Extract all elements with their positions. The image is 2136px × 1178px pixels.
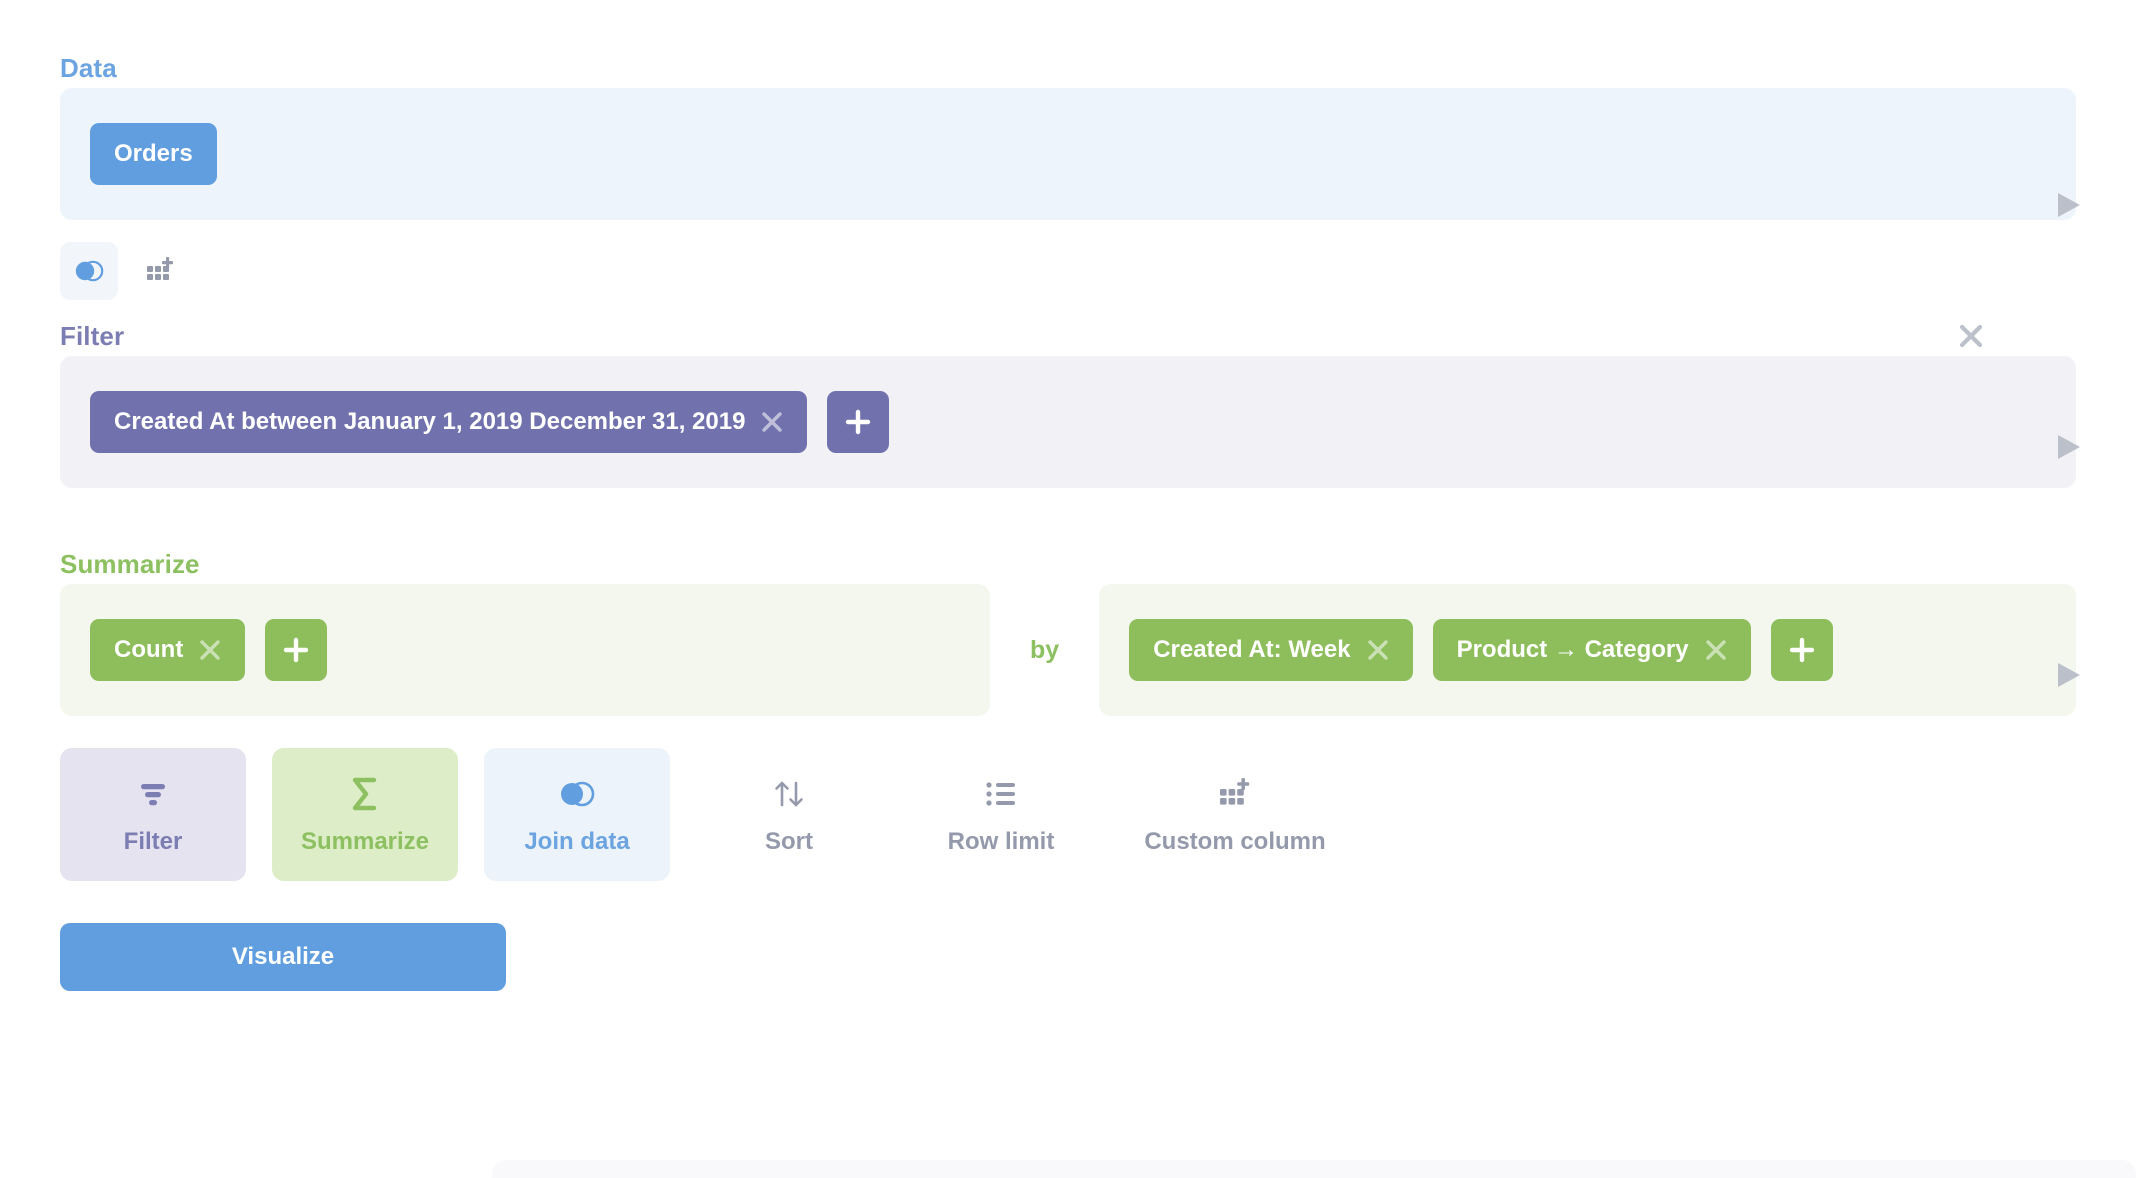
close-icon (1705, 640, 1726, 660)
action-summarize[interactable]: Summarize (272, 748, 458, 881)
summarize-step-header: Summarize (0, 544, 2136, 584)
summarize-step-body: Count by Created At: Week Product → Cate… (0, 584, 2136, 716)
filter-pill-row: Created At between January 1, 2019 Decem… (90, 391, 890, 453)
metabase-notebook-editor: Data Orders Filter Created At between Ja… (0, 0, 2136, 1178)
data-step-header: Data (0, 48, 2136, 88)
breakout-pill[interactable]: Created At: Week (1129, 619, 1413, 681)
venn-icon (558, 774, 596, 814)
breakout-panel: Created At: Week Product → Category (1099, 584, 2076, 716)
sort-icon (772, 774, 806, 814)
play-triangle-icon (2058, 663, 2080, 687)
summarize-preview-button[interactable] (2050, 656, 2088, 694)
list-icon (984, 774, 1018, 814)
aggregation-pill[interactable]: Count (90, 619, 246, 681)
funnel-icon (136, 774, 170, 814)
summarize-by-label: by (1030, 635, 1060, 664)
data-table-pill[interactable]: Orders (90, 123, 217, 185)
action-custom-column[interactable]: Custom column (1120, 748, 1350, 881)
action-sort-label: Sort (765, 827, 813, 855)
action-row-limit-label: Row limit (947, 827, 1055, 855)
breakout-pill-label: Product → Category (1456, 636, 1689, 663)
data-preview-button[interactable] (2050, 186, 2088, 224)
action-join-data[interactable]: Join data (484, 748, 670, 881)
filter-step-title: Filter (60, 320, 125, 351)
filter-pill[interactable]: Created At between January 1, 2019 Decem… (90, 391, 808, 453)
data-step-body: Orders (0, 88, 2136, 220)
notebook-steps: Data Orders Filter Created At between Ja… (0, 0, 2136, 991)
aggregation-pill-remove-icon[interactable] (199, 639, 221, 661)
notebook-step-data: Data Orders (0, 48, 2136, 306)
filter-step-remove-button[interactable] (1954, 319, 1988, 353)
sigma-icon (348, 774, 382, 814)
add-breakout-button[interactable] (1770, 619, 1833, 681)
mini-custom-column-button[interactable] (132, 242, 190, 300)
action-filter-label: Filter (123, 827, 183, 855)
filter-pill-remove-icon[interactable] (761, 411, 783, 433)
aggregation-pill-row: Count (90, 619, 328, 681)
venn-icon (75, 260, 104, 282)
results-panel-edge (492, 1160, 2136, 1178)
breakout-pill[interactable]: Product → Category (1432, 619, 1751, 681)
visualize-button[interactable]: Visualize (60, 923, 506, 991)
breakout-pill-remove-icon[interactable] (1705, 639, 1727, 661)
close-icon (762, 412, 783, 432)
play-triangle-icon (2058, 193, 2080, 217)
action-sort[interactable]: Sort (696, 748, 882, 881)
data-source-panel[interactable]: Orders (60, 88, 2076, 220)
plus-icon (284, 637, 309, 663)
filter-pill-label: Created At between January 1, 2019 Decem… (114, 408, 746, 435)
action-filter[interactable]: Filter (60, 748, 246, 881)
data-step-title: Data (60, 52, 117, 83)
close-icon (1959, 324, 1983, 348)
add-filter-button[interactable] (827, 391, 890, 453)
action-custom-column-label: Custom column (1144, 827, 1326, 855)
action-join-data-label: Join data (524, 827, 630, 855)
notebook-action-buttons: Filter Summarize Join data Sort Row limi… (0, 726, 2136, 881)
action-summarize-label: Summarize (300, 827, 430, 855)
aggregation-pill-label: Count (114, 636, 184, 663)
add-aggregation-button[interactable] (265, 619, 328, 681)
grid-plus-icon (1218, 774, 1252, 814)
notebook-step-filter: Filter Created At between January 1, 201… (0, 316, 2136, 488)
close-icon (1367, 640, 1388, 660)
plus-icon (846, 409, 871, 435)
filter-step-body: Created At between January 1, 2019 Decem… (0, 356, 2136, 488)
data-step-mini-actions (0, 220, 2136, 306)
mini-join-data-button[interactable] (60, 242, 118, 300)
breakout-pill-remove-icon[interactable] (1367, 639, 1389, 661)
data-table-pill-label: Orders (114, 140, 193, 167)
play-triangle-icon (2058, 435, 2080, 459)
filter-clause-panel: Created At between January 1, 2019 Decem… (60, 356, 2076, 488)
visualize-button-container: Visualize (0, 881, 2136, 991)
filter-preview-button[interactable] (2050, 428, 2088, 466)
grid-plus-icon (147, 257, 173, 280)
aggregation-panel: Count (60, 584, 990, 716)
action-row-limit[interactable]: Row limit (908, 748, 1094, 881)
filter-step-header: Filter (0, 316, 2136, 356)
breakout-pill-label: Created At: Week (1153, 636, 1351, 663)
breakout-pill-row: Created At: Week Product → Category (1129, 619, 1833, 681)
plus-icon (1789, 637, 1814, 663)
close-icon (200, 640, 221, 660)
summarize-step-title: Summarize (60, 548, 200, 579)
notebook-step-summarize: Summarize Count by Created At: Week Prod… (0, 544, 2136, 716)
